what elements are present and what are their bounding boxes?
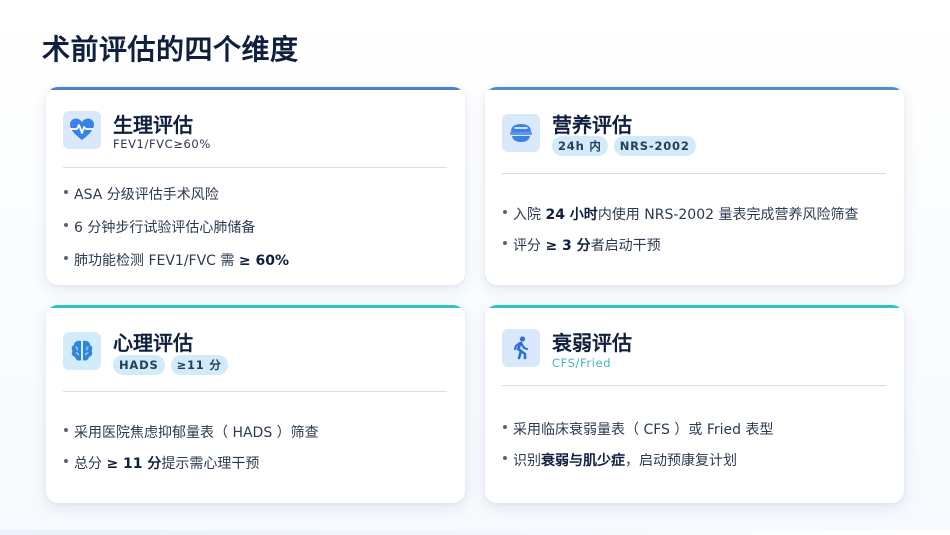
list-item: 总分 ≥ 11 分提示需心理干预: [63, 454, 319, 487]
page-title: 术前评估的四个维度: [42, 33, 299, 66]
divider: [63, 167, 447, 168]
bullet-list: 采用医院焦虑抑郁量表（ HADS ）筛查 总分 ≥ 11 分提示需心理干预: [63, 423, 319, 487]
food-bowl-icon: [502, 114, 540, 152]
list-item: 采用医院焦虑抑郁量表（ HADS ）筛查: [63, 423, 319, 454]
tag-nrs2002: NRS-2002: [613, 136, 696, 156]
list-item: ASA 分级评估手术风险: [63, 185, 289, 218]
footer-line: [0, 530, 950, 535]
physio-card: 生理评估 FEV1/FVC≥60% ASA 分级评估手术风险 6 分钟步行试验评…: [46, 87, 465, 285]
nutrition-card: 营养评估 24h 内 NRS-2002 入院 24 小时内使用 NRS-2002…: [485, 87, 904, 285]
bullet-list: ASA 分级评估手术风险 6 分钟步行试验评估心肺储备 肺功能检测 FEV1/F…: [63, 185, 289, 284]
psych-card: 心理评估 HADS ≥11 分 采用医院焦虑抑郁量表（ HADS ）筛查 总分 …: [46, 305, 465, 503]
card-title: 生理评估: [113, 113, 193, 137]
tag-score: ≥11 分: [170, 355, 228, 375]
list-item: 采用临床衰弱量表（ CFS ）或 Fried 表型: [502, 420, 773, 451]
card-accent-bar: [485, 87, 904, 90]
card-title: 衰弱评估: [552, 331, 632, 355]
list-item: 入院 24 小时内使用 NRS-2002 量表完成营养风险筛查: [502, 205, 858, 236]
list-item: 肺功能检测 FEV1/FVC 需 ≥ 60%: [63, 251, 289, 284]
bullet-list: 采用临床衰弱量表（ CFS ）或 Fried 表型 识别衰弱与肌少症，启动预康复…: [502, 420, 773, 484]
heartbeat-icon: [63, 111, 101, 149]
list-item: 6 分钟步行试验评估心肺储备: [63, 218, 289, 251]
card-accent-bar: [485, 305, 904, 308]
divider: [502, 385, 886, 386]
tag-hads: HADS: [113, 355, 165, 375]
tag-group: 24h 内 NRS-2002: [552, 136, 696, 156]
tag-24h: 24h 内: [552, 136, 608, 156]
tag-group: HADS ≥11 分: [113, 355, 228, 375]
list-item: 评分 ≥ 3 分者启动干预: [502, 236, 858, 269]
divider: [502, 173, 886, 174]
card-subtitle: FEV1/FVC≥60%: [113, 137, 211, 151]
card-title: 心理评估: [113, 331, 193, 355]
card-title: 营养评估: [552, 113, 632, 137]
divider: [63, 391, 447, 392]
card-subtitle: CFS/Fried: [552, 356, 612, 370]
bullet-list: 入院 24 小时内使用 NRS-2002 量表完成营养风险筛查 评分 ≥ 3 分…: [502, 205, 858, 269]
card-accent-bar: [46, 305, 465, 308]
list-item: 识别衰弱与肌少症，启动预康复计划: [502, 451, 773, 484]
brain-icon: [63, 332, 101, 370]
walking-person-icon: [502, 329, 540, 367]
card-accent-bar: [46, 87, 465, 90]
frailty-card: 衰弱评估 CFS/Fried 采用临床衰弱量表（ CFS ）或 Fried 表型…: [485, 305, 904, 503]
